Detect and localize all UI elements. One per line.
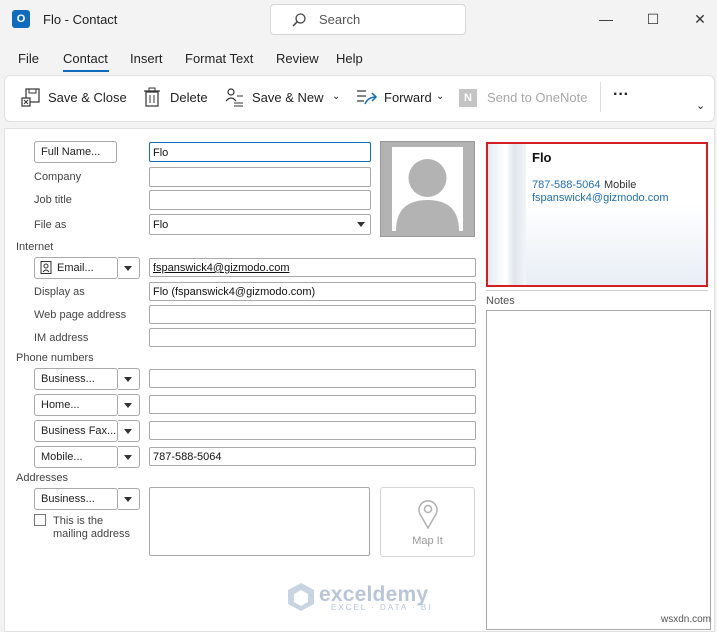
job-title-input[interactable]	[149, 190, 371, 210]
address-type-button[interactable]: Business...	[34, 488, 118, 510]
web-page-label: Web page address	[34, 309, 127, 321]
file-as-select[interactable]: Flo	[149, 214, 371, 235]
notes-divider	[486, 290, 708, 291]
full-name-button[interactable]: Full Name...	[34, 141, 117, 163]
phone-type-business-button[interactable]: Business...	[34, 368, 118, 390]
business-card-phone: 787-588-5064	[532, 179, 601, 191]
tab-format-text[interactable]: Format Text	[185, 51, 253, 66]
save-new-dropdown-chevron-icon[interactable]: ⌄	[332, 91, 340, 102]
delete-button[interactable]: Delete	[170, 90, 208, 105]
mobile-phone-input[interactable]: 787-588-5064	[149, 447, 476, 466]
active-tab-indicator	[63, 70, 109, 72]
contact-photo-placeholder[interactable]	[380, 141, 475, 237]
phone-type-mobile-button[interactable]: Mobile...	[34, 446, 118, 468]
tab-help[interactable]: Help	[336, 51, 363, 66]
search-box[interactable]: Search	[270, 4, 466, 35]
search-placeholder: Search	[319, 12, 361, 27]
phone-type-dropdown-icon[interactable]	[118, 394, 140, 416]
notes-textarea[interactable]	[486, 310, 711, 630]
business-card-phone-type: Mobile	[604, 179, 637, 191]
internet-section-label: Internet	[16, 241, 54, 253]
full-name-input[interactable]: Flo	[149, 142, 371, 162]
job-title-label: Job title	[34, 194, 72, 206]
minimize-button[interactable]: —	[592, 6, 620, 32]
phone-type-dropdown-icon[interactable]	[118, 368, 140, 390]
more-options-button[interactable]: ···	[613, 86, 629, 104]
business-phone-input[interactable]	[149, 369, 476, 388]
display-as-input[interactable]: Flo (fspanswick4@gizmodo.com)	[149, 282, 476, 301]
outlook-icon: O	[12, 10, 30, 28]
collapse-ribbon-chevron-icon[interactable]: ⌄	[696, 99, 705, 112]
person-silhouette-icon	[392, 147, 463, 231]
business-card-email: fspanswick4@gizmodo.com	[532, 192, 669, 204]
forward-button[interactable]: Forward	[384, 90, 432, 105]
im-address-input[interactable]	[149, 328, 476, 347]
mailing-address-label-line1: This is the	[53, 515, 104, 527]
tab-file[interactable]: File	[18, 51, 39, 66]
tab-insert[interactable]: Insert	[130, 51, 163, 66]
tab-contact[interactable]: Contact	[63, 51, 108, 66]
save-new-button[interactable]: Save & New	[252, 90, 324, 105]
company-label: Company	[34, 171, 82, 183]
save-new-icon	[225, 88, 243, 107]
close-button[interactable]: ✕	[686, 6, 714, 32]
im-address-label: IM address	[34, 332, 89, 344]
notes-label: Notes	[486, 295, 515, 307]
save-close-button[interactable]: Save & Close	[48, 90, 127, 105]
onenote-icon: N	[459, 89, 477, 107]
window-title: Flo - Contact	[43, 12, 118, 27]
business-fax-input[interactable]	[149, 421, 476, 440]
send-to-onenote-button[interactable]: Send to OneNote	[487, 90, 587, 105]
phone-type-dropdown-icon[interactable]	[118, 420, 140, 442]
map-it-button[interactable]: Map It	[380, 487, 475, 557]
company-input[interactable]	[149, 167, 371, 187]
phone-type-home-button[interactable]: Home...	[34, 394, 118, 416]
phone-type-dropdown-icon[interactable]	[118, 446, 140, 468]
business-card-name: Flo	[532, 150, 552, 165]
file-as-dropdown-icon[interactable]	[357, 222, 365, 227]
business-card-decoration	[488, 144, 526, 285]
forward-dropdown-chevron-icon[interactable]: ⌄	[436, 91, 444, 102]
exceldemy-logo-icon	[288, 583, 314, 611]
business-card[interactable]: Flo 787-588-5064 Mobile fspanswick4@gizm…	[486, 142, 708, 287]
search-icon	[292, 13, 306, 27]
phone-section-label: Phone numbers	[16, 352, 94, 364]
tab-review[interactable]: Review	[276, 51, 319, 66]
home-phone-input[interactable]	[149, 395, 476, 414]
trash-icon	[144, 87, 160, 107]
ribbon-divider	[600, 82, 601, 112]
phone-type-business-fax-button[interactable]: Business Fax...	[34, 420, 118, 442]
email-type-dropdown-icon[interactable]	[118, 257, 140, 279]
file-as-label: File as	[34, 219, 67, 231]
mailing-address-label-line2: mailing address	[53, 528, 131, 540]
address-book-icon	[40, 261, 52, 274]
map-pin-icon	[418, 500, 438, 529]
business-card-gradient	[526, 204, 706, 285]
save-close-icon	[21, 88, 40, 107]
email-input[interactable]: fspanswick4@gizmodo.com	[149, 258, 476, 277]
web-page-input[interactable]	[149, 305, 476, 324]
address-input[interactable]	[149, 487, 370, 556]
map-it-label: Map It	[412, 535, 443, 547]
site-watermark: wsxdn.com	[661, 614, 712, 625]
addresses-section-label: Addresses	[16, 472, 68, 484]
watermark-tagline: EXCEL · DATA · BI	[331, 603, 433, 612]
maximize-button[interactable]: ☐	[639, 6, 667, 32]
forward-icon	[357, 90, 378, 105]
display-as-label: Display as	[34, 286, 85, 298]
mailing-address-checkbox[interactable]	[34, 514, 46, 526]
address-type-dropdown-icon[interactable]	[118, 488, 140, 510]
